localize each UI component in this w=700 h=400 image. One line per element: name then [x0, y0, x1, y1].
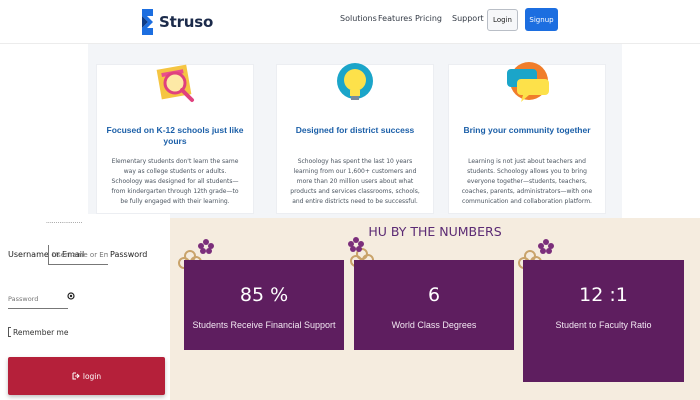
login-header-text: ................... [46, 218, 83, 225]
logo-icon [142, 9, 153, 35]
numbers-section: HU BY THE NUMBERS 85 % Students Receive … [170, 218, 700, 400]
features-section: Focused on K-12 schools just like yours … [88, 44, 622, 218]
remember-me-checkbox[interactable]: Remember me [8, 327, 68, 337]
show-password-icon[interactable] [67, 292, 75, 300]
login-icon [72, 372, 80, 380]
feature-card-community: Bring your community together Learning i… [448, 62, 606, 214]
feature-card-district: Designed for district success Schoology … [276, 63, 434, 214]
checkbox-icon [8, 327, 11, 337]
magnifier-icon [156, 64, 194, 102]
feature-body: Learning is not just about teachers and … [461, 158, 593, 205]
feature-title: Bring your community together [463, 125, 591, 135]
password-label: Password [110, 250, 148, 259]
brand-name: Struso [159, 13, 214, 31]
nav-link-solutions[interactable]: Solutions [340, 14, 377, 23]
stat-label: Students Receive Financial Support [192, 320, 336, 330]
remember-me-label: Remember me [13, 327, 69, 337]
password-input[interactable] [8, 289, 68, 309]
stat-card-financial-support: 85 % Students Receive Financial Support [184, 260, 344, 350]
stat-card-ratio: 12 :1 Student to Faculty Ratio [523, 260, 684, 382]
top-navbar: Struso Solutions Features Pricing Suppor… [0, 0, 700, 44]
lightbulb-icon [337, 63, 373, 100]
stat-label: Student to Faculty Ratio [555, 320, 652, 330]
nav-link-pricing[interactable]: Pricing [415, 14, 442, 23]
stat-value: 12 :1 [579, 284, 628, 306]
login-form: ................... Username or Email Pa… [0, 214, 170, 400]
login-button[interactable]: Login [487, 9, 518, 31]
feature-body: Schoology has spent the last 10 years le… [290, 158, 420, 205]
signup-button[interactable]: Signup [525, 8, 558, 31]
chat-bubbles-icon [507, 62, 549, 102]
stat-value: 85 % [239, 284, 289, 306]
brand-logo[interactable]: Struso [140, 7, 213, 37]
stat-value: 6 [427, 284, 441, 306]
nav-link-features[interactable]: Features [378, 14, 412, 23]
stat-card-degrees: 6 World Class Degrees [354, 260, 514, 350]
nav-link-support[interactable]: Support [452, 14, 484, 23]
feature-card-k12: Focused on K-12 schools just like yours … [96, 64, 254, 214]
login-submit-label: login [82, 371, 102, 381]
username-input[interactable] [48, 245, 108, 265]
stat-label: World Class Degrees [391, 320, 477, 330]
feature-title: Focused on K-12 schools just like yours [106, 125, 244, 146]
feature-title: Designed for district success [295, 125, 415, 135]
feature-body: Elementary students don't learn the same… [111, 158, 239, 205]
login-submit-button[interactable]: login [8, 357, 165, 395]
section-title: HU BY THE NUMBERS [368, 224, 502, 239]
